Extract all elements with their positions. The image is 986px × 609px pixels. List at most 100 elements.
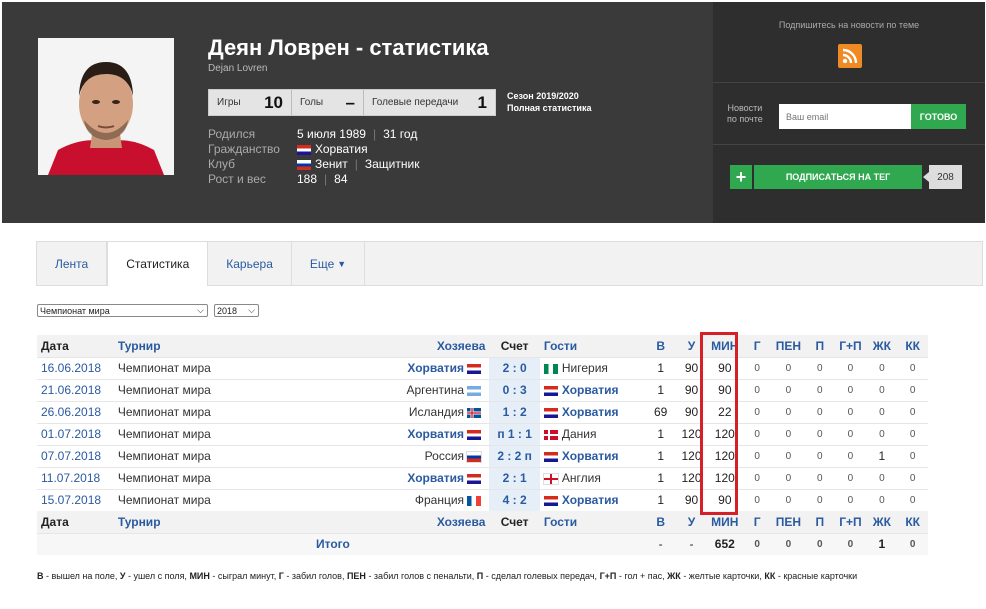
cell-yc: 1	[866, 444, 898, 467]
year-select[interactable]: 2018 ⌵	[214, 304, 259, 317]
player-info: Родился 5 июля 1989 | 31 год Гражданство Х…	[208, 127, 419, 187]
chevron-down-icon: ⌵	[248, 305, 255, 315]
done-button[interactable]: ГОТОВО	[911, 104, 966, 129]
home-team-link[interactable]: Франция	[415, 493, 464, 507]
year-select-value: 2018	[217, 305, 238, 316]
cell-tournament[interactable]: Чемпионат мира	[113, 488, 347, 511]
guest-team-link[interactable]: Хорватия	[562, 449, 619, 463]
cell-score[interactable]: п 1 : 1	[489, 422, 540, 445]
col-gp[interactable]: Г+П	[834, 511, 867, 533]
tab-more[interactable]: Еще ▼	[292, 242, 366, 285]
email-input[interactable]	[779, 104, 911, 129]
home-team-link[interactable]: Россия	[425, 449, 464, 463]
col-out[interactable]: У	[675, 335, 708, 357]
home-team-link[interactable]: Хорватия	[407, 427, 464, 441]
cell-tournament[interactable]: Чемпионат мира	[113, 466, 347, 489]
cell-score[interactable]: 1 : 2	[489, 400, 540, 423]
col-rc[interactable]: КК	[897, 511, 928, 533]
total-assists: 0	[805, 532, 835, 555]
tournament-select[interactable]: Чемпионат мира ⌵	[37, 304, 208, 317]
born-label: Родился	[208, 127, 256, 141]
col-rc[interactable]: КК	[897, 335, 928, 357]
tab-career[interactable]: Карьера	[208, 242, 292, 285]
tournament-select-value: Чемпионат мира	[40, 305, 110, 316]
col-home[interactable]: Хозяева	[346, 335, 490, 357]
cell-rc: 0	[897, 400, 928, 423]
col-gp[interactable]: Г+П	[834, 335, 867, 357]
stat-games-value: 10	[264, 92, 283, 112]
cell-tournament[interactable]: Чемпионат мира	[113, 422, 347, 445]
col-out[interactable]: У	[675, 511, 708, 533]
cell-date[interactable]: 26.06.2018	[37, 400, 114, 423]
cell-yc: 0	[866, 400, 898, 423]
cell-goals: 0	[742, 422, 772, 445]
cell-tournament[interactable]: Чемпионат мира	[113, 356, 347, 379]
croatia-flag-icon	[297, 144, 311, 155]
guest-team-link[interactable]: Хорватия	[562, 493, 619, 507]
col-guest[interactable]: Гости	[539, 335, 646, 357]
stat-goals-label: Голы	[300, 97, 324, 108]
cell-score[interactable]: 2 : 1	[489, 466, 540, 489]
cell-score[interactable]: 4 : 2	[489, 488, 540, 511]
subscriber-count: 208	[923, 165, 962, 189]
plus-icon[interactable]: +	[730, 165, 752, 189]
col-goals[interactable]: Г	[742, 511, 772, 533]
cell-score[interactable]: 2 : 0	[489, 356, 540, 379]
table-footer-header-row: Дата Турнир Хозяева Счет Гости В У МИН Г…	[37, 511, 928, 533]
col-pen[interactable]: ПЕН	[771, 335, 806, 357]
col-home[interactable]: Хозяева	[346, 511, 490, 533]
col-guest[interactable]: Гости	[539, 511, 646, 533]
guest-team-link[interactable]: Хорватия	[562, 383, 619, 397]
stat-goals: Голы –	[292, 90, 364, 115]
col-min[interactable]: МИН	[707, 511, 743, 533]
cell-date[interactable]: 11.07.2018	[37, 466, 114, 489]
table-row: 15.07.2018 Чемпионат мира Франция 4 : 2 …	[37, 488, 928, 511]
divider	[713, 144, 985, 145]
cell-yc: 0	[866, 488, 898, 511]
cell-date[interactable]: 01.07.2018	[37, 422, 114, 445]
col-yc[interactable]: ЖК	[866, 335, 898, 357]
club-value[interactable]: Зенит	[315, 157, 348, 172]
col-assists[interactable]: П	[805, 335, 835, 357]
home-team-link[interactable]: Хорватия	[407, 471, 464, 485]
total-label: Итого	[37, 532, 490, 555]
home-team-link[interactable]: Исландия	[409, 405, 464, 419]
col-assists[interactable]: П	[805, 511, 835, 533]
col-in[interactable]: В	[645, 335, 676, 357]
cell-assists: 0	[805, 444, 835, 467]
citizenship-value[interactable]: Хорватия	[315, 142, 368, 157]
home-team-link[interactable]: Аргентина	[406, 383, 464, 397]
full-stats-link[interactable]: Полная статистика	[507, 102, 591, 114]
col-tournament[interactable]: Турнир	[113, 335, 347, 357]
info-citizenship: Гражданство Хорватия	[208, 142, 419, 157]
croatia-flag-icon	[467, 473, 482, 484]
col-in[interactable]: В	[645, 511, 676, 533]
chevron-down-icon: ⌵	[197, 305, 204, 315]
col-min[interactable]: МИН	[707, 335, 743, 357]
cell-date[interactable]: 16.06.2018	[37, 356, 114, 379]
col-pen[interactable]: ПЕН	[771, 511, 806, 533]
col-yc[interactable]: ЖК	[866, 511, 898, 533]
cell-score[interactable]: 0 : 3	[489, 378, 540, 401]
tab-statistics[interactable]: Статистика	[107, 241, 209, 286]
rss-icon[interactable]	[838, 44, 862, 68]
france-flag-icon	[467, 496, 482, 507]
cell-score[interactable]: 2 : 2 п	[489, 444, 540, 467]
col-goals[interactable]: Г	[742, 335, 772, 357]
cell-tournament[interactable]: Чемпионат мира	[113, 400, 347, 423]
cell-tournament[interactable]: Чемпионат мира	[113, 444, 347, 467]
legend-key: Г+П	[599, 571, 617, 581]
cell-date[interactable]: 07.07.2018	[37, 444, 114, 467]
subscribe-tag-button[interactable]: ПОДПИСАТЬСЯ НА ТЕГ	[754, 165, 922, 189]
cell-date[interactable]: 21.06.2018	[37, 378, 114, 401]
cell-tournament[interactable]: Чемпионат мира	[113, 378, 347, 401]
guest-team-link[interactable]: Нигерия	[562, 361, 608, 375]
guest-team-link[interactable]: Хорватия	[562, 405, 619, 419]
col-tournament[interactable]: Турнир	[113, 511, 347, 533]
cell-date[interactable]: 15.07.2018	[37, 488, 114, 511]
home-team-link[interactable]: Хорватия	[407, 361, 464, 375]
tab-feed[interactable]: Лента	[37, 242, 108, 285]
guest-team-link[interactable]: Дания	[562, 427, 597, 441]
guest-team-link[interactable]: Англия	[562, 471, 601, 485]
total-min: 652	[707, 532, 743, 555]
